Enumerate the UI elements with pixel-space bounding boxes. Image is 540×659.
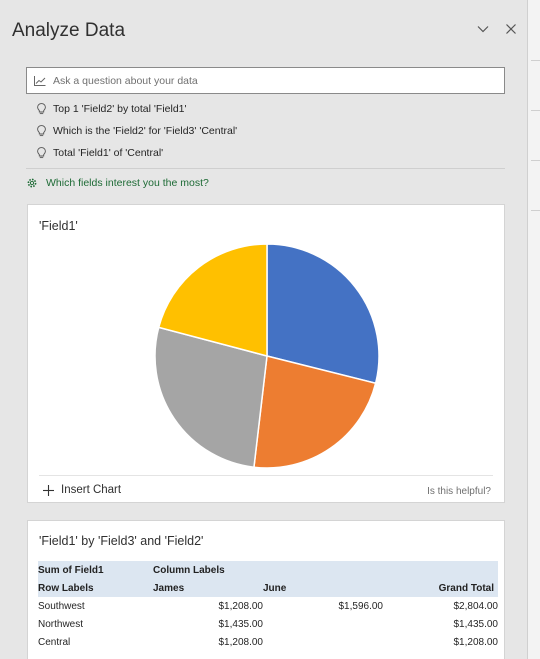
pivot-header-row: Sum of Field1 Column Labels bbox=[38, 561, 498, 579]
pivot-header-cell: James bbox=[153, 579, 263, 597]
pane-title: Analyze Data bbox=[12, 20, 126, 41]
table-row: Southwest $1,208.00 $1,596.00 $2,804.00 bbox=[38, 597, 498, 615]
table-cell: $1,435.00 bbox=[453, 618, 499, 630]
question-input[interactable] bbox=[53, 74, 504, 87]
pivot-table: Sum of Field1 Column Labels Row Labels J… bbox=[38, 561, 498, 651]
chart-card[interactable]: 'Field1' Insert Chart Is this helpful? bbox=[27, 204, 505, 503]
collapse-button[interactable] bbox=[472, 18, 494, 40]
row-label: Northwest bbox=[38, 618, 84, 630]
pivot-header-cell: Column Labels bbox=[153, 561, 263, 579]
pivot-header-row: Row Labels James June Grand Total bbox=[38, 579, 498, 597]
table-cell: $1,208.00 bbox=[218, 600, 264, 612]
suggestion-text: Which is the 'Field2' for 'Field3' 'Cent… bbox=[53, 125, 238, 137]
is-helpful-link[interactable]: Is this helpful? bbox=[427, 486, 491, 497]
close-button[interactable] bbox=[500, 18, 522, 40]
suggestion-text: Total 'Field1' of 'Central' bbox=[53, 147, 164, 159]
table-row: Central $1,208.00 $1,208.00 bbox=[38, 633, 498, 651]
pie-chart bbox=[154, 243, 380, 469]
table-cell bbox=[263, 615, 383, 633]
table-cell: $1,596.00 bbox=[338, 600, 384, 612]
pivot-title: 'Field1' by 'Field3' and 'Field2' bbox=[39, 534, 204, 548]
suggestion-item[interactable]: Top 1 'Field2' by total 'Field1' bbox=[37, 103, 187, 115]
pivot-header-cell: June bbox=[263, 579, 383, 597]
table-cell: $2,804.00 bbox=[453, 600, 499, 612]
table-cell: $1,208.00 bbox=[218, 636, 264, 648]
table-cell: $1,435.00 bbox=[218, 618, 264, 630]
pivot-header-cell: Sum of Field1 bbox=[38, 561, 153, 579]
lightbulb-icon bbox=[37, 147, 53, 159]
pivot-header-cell: Grand Total bbox=[383, 579, 498, 597]
gear-icon bbox=[26, 177, 46, 189]
line-chart-icon bbox=[27, 75, 53, 86]
suggestion-item[interactable]: Which is the 'Field2' for 'Field3' 'Cent… bbox=[37, 125, 237, 137]
question-search-box[interactable] bbox=[26, 67, 505, 94]
row-label: Southwest bbox=[38, 600, 85, 612]
lightbulb-icon bbox=[37, 103, 53, 115]
table-row: Northwest $1,435.00 $1,435.00 bbox=[38, 615, 498, 633]
divider bbox=[26, 168, 505, 169]
chevron-down-icon bbox=[477, 26, 489, 33]
sheet-scroll-edge bbox=[527, 0, 540, 659]
lightbulb-icon bbox=[37, 125, 53, 137]
analyze-data-pane: Analyze Data Top 1 'Field2' by total 'Fi… bbox=[0, 0, 527, 659]
table-cell bbox=[263, 633, 383, 651]
plus-icon bbox=[43, 484, 61, 496]
chart-card-footer: Insert Chart Is this helpful? bbox=[39, 475, 493, 504]
insert-chart-label: Insert Chart bbox=[61, 484, 122, 496]
suggestion-item[interactable]: Total 'Field1' of 'Central' bbox=[37, 147, 163, 159]
pivot-card[interactable]: 'Field1' by 'Field3' and 'Field2' Sum of… bbox=[27, 520, 505, 659]
table-cell: $1,208.00 bbox=[453, 636, 499, 648]
close-icon bbox=[506, 24, 516, 34]
pivot-header-cell bbox=[383, 561, 498, 579]
pivot-header-cell bbox=[263, 561, 383, 579]
fields-interest-text: Which fields interest you the most? bbox=[46, 177, 209, 189]
insert-chart-button[interactable]: Insert Chart bbox=[43, 484, 121, 496]
fields-interest-link[interactable]: Which fields interest you the most? bbox=[26, 177, 209, 189]
suggestion-text: Top 1 'Field2' by total 'Field1' bbox=[53, 103, 187, 115]
row-label: Central bbox=[38, 636, 71, 648]
pivot-header-cell: Row Labels bbox=[38, 579, 153, 597]
